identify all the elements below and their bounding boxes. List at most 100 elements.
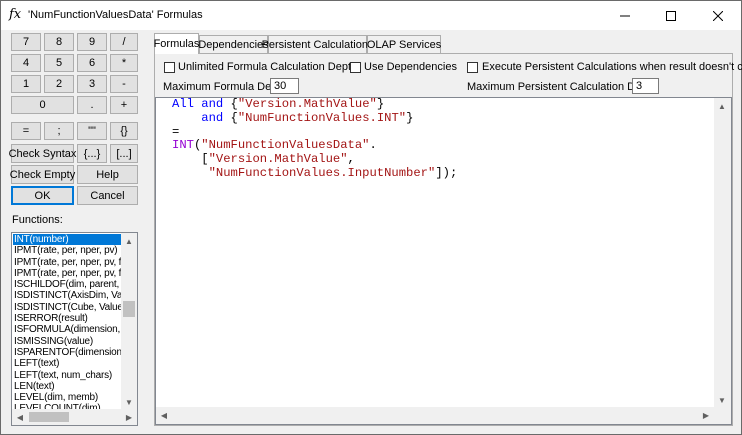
- key-9[interactable]: 9: [77, 33, 107, 51]
- use-dependencies-label: Use Dependencies: [364, 61, 457, 73]
- key-multiply[interactable]: *: [110, 54, 138, 72]
- scroll-right-icon[interactable]: ▶: [698, 407, 714, 423]
- formula-editor[interactable]: All and {"Version.MathValue"} and {"NumF…: [155, 97, 732, 425]
- key-divide[interactable]: /: [110, 33, 138, 51]
- close-icon: [713, 10, 723, 21]
- code-token: ]);: [435, 165, 458, 180]
- code-token: .: [369, 138, 377, 153]
- function-item[interactable]: ISDISTINCT(AxisDim, Valu: [13, 290, 123, 301]
- code-line[interactable]: INT("NumFunctionValuesData".: [172, 138, 457, 153]
- key-minus[interactable]: -: [110, 75, 138, 93]
- function-item[interactable]: LEVEL(dim, memb): [13, 392, 123, 403]
- function-item[interactable]: ISCHILDOF(dim, parent, ch: [13, 279, 123, 290]
- function-item[interactable]: LEFT(text, num_chars): [13, 370, 123, 381]
- maximize-button[interactable]: [648, 1, 694, 30]
- minimize-icon: [620, 15, 630, 16]
- key-3[interactable]: 3: [77, 75, 107, 93]
- function-item[interactable]: LEFT(text): [13, 358, 123, 369]
- functions-label: Functions:: [12, 214, 63, 226]
- tab-olap-services[interactable]: OLAP Services: [367, 35, 441, 53]
- code-line[interactable]: and {"NumFunctionValues.INT"}: [172, 110, 457, 126]
- key-4[interactable]: 4: [11, 54, 41, 72]
- key-5[interactable]: 5: [44, 54, 74, 72]
- key-8[interactable]: 8: [44, 33, 74, 51]
- function-item[interactable]: ISERROR(result): [13, 313, 123, 324]
- code-token: [: [172, 152, 209, 167]
- unlimited-depth-label: Unlimited Formula Calculation Depth: [178, 61, 358, 73]
- tab-dependencies[interactable]: Dependencies: [198, 35, 269, 53]
- unlimited-depth-checkbox[interactable]: [164, 62, 175, 73]
- function-item[interactable]: ISPARENTOF(dimension, c: [13, 347, 123, 358]
- key-braces[interactable]: {}: [110, 122, 138, 140]
- key-0[interactable]: 0: [11, 96, 74, 114]
- help-button[interactable]: Help: [77, 165, 138, 184]
- formula-code[interactable]: All and {"Version.MathValue"} and {"NumF…: [172, 98, 457, 181]
- insert-brace-set-button[interactable]: {...}: [77, 144, 107, 163]
- insert-bracket-set-button[interactable]: [...]: [110, 144, 138, 163]
- function-item[interactable]: ISDISTINCT(Cube, Value, /: [13, 302, 123, 313]
- key-quotes[interactable]: "": [77, 122, 107, 140]
- key-equals[interactable]: =: [11, 122, 41, 140]
- function-item[interactable]: IPMT(rate, per, nper, pv, fv: [13, 268, 123, 279]
- minimize-button[interactable]: [602, 1, 648, 30]
- tab-formulas[interactable]: Formulas: [154, 33, 199, 54]
- function-item[interactable]: ISFORMULA(dimension, me: [13, 324, 123, 335]
- check-empty-button[interactable]: Check Empty: [10, 165, 75, 184]
- editor-horizontal-scrollbar[interactable]: ◀ ▶: [156, 407, 714, 424]
- key-6[interactable]: 6: [77, 54, 107, 72]
- scroll-left-icon[interactable]: ◀: [156, 407, 172, 423]
- scroll-left-icon[interactable]: ◀: [12, 409, 28, 425]
- key-decimal[interactable]: .: [77, 96, 107, 114]
- key-semicolon[interactable]: ;: [44, 122, 74, 140]
- code-token: and: [201, 97, 224, 111]
- code-line[interactable]: All and {"Version.MathValue"}: [172, 98, 457, 112]
- scroll-up-icon[interactable]: ▲: [714, 98, 730, 114]
- functions-horizontal-scrollbar[interactable]: ◀ ▶: [12, 409, 137, 425]
- code-line[interactable]: "NumFunctionValues.InputNumber"]);: [172, 165, 458, 181]
- code-line[interactable]: =: [172, 124, 457, 140]
- scroll-thumb[interactable]: [29, 412, 69, 422]
- function-item[interactable]: IPMT(rate, per, nper, pv, fv: [13, 257, 123, 268]
- key-plus[interactable]: +: [110, 96, 138, 114]
- cancel-button[interactable]: Cancel: [77, 186, 138, 205]
- ok-button[interactable]: OK: [11, 186, 74, 205]
- max-persistent-input[interactable]: 3: [632, 78, 659, 94]
- code-token: {: [223, 97, 238, 111]
- scroll-down-icon[interactable]: ▼: [714, 392, 730, 408]
- max-depth-input[interactable]: 30: [270, 78, 299, 94]
- code-token: ,: [347, 152, 355, 167]
- function-item[interactable]: IPMT(rate, per, nper, pv): [13, 245, 123, 256]
- code-token: =: [172, 124, 180, 139]
- functions-vertical-scrollbar[interactable]: ▲ ▼: [121, 233, 137, 410]
- key-2[interactable]: 2: [44, 75, 74, 93]
- function-icon: fx: [9, 7, 22, 22]
- function-item[interactable]: INT(number): [13, 234, 123, 246]
- functions-list[interactable]: INT(number) IPMT(rate, per, nper, pv) IP…: [11, 232, 138, 426]
- key-7[interactable]: 7: [11, 33, 41, 51]
- scroll-up-icon[interactable]: ▲: [121, 233, 137, 249]
- code-token: }: [376, 97, 385, 111]
- formula-dialog: fx 'NumFunctionValuesData' Formulas 7 8 …: [0, 0, 742, 435]
- scroll-thumb[interactable]: [123, 301, 135, 317]
- tab-persistent-calculations[interactable]: Persistent Calculations: [262, 35, 373, 53]
- check-syntax-button[interactable]: Check Syntax: [9, 144, 76, 163]
- function-item[interactable]: LEN(text): [13, 381, 123, 392]
- title-bar: fx 'NumFunctionValuesData' Formulas: [1, 1, 741, 30]
- editor-vertical-scrollbar[interactable]: ▲ ▼: [714, 98, 731, 408]
- scroll-down-icon[interactable]: ▼: [121, 394, 137, 410]
- code-line[interactable]: ["Version.MathValue",: [172, 152, 457, 167]
- key-1[interactable]: 1: [11, 75, 41, 93]
- max-persistent-label: Maximum Persistent Calculation Depth:: [467, 81, 660, 93]
- function-item[interactable]: ISMISSING(value): [13, 336, 123, 347]
- code-token: "Version.MathValue": [208, 152, 348, 167]
- code-token: "Version.MathValue": [237, 97, 377, 111]
- use-dependencies-checkbox[interactable]: [350, 62, 361, 73]
- maximize-icon: [666, 10, 676, 21]
- code-token: }: [406, 110, 414, 125]
- scroll-right-icon[interactable]: ▶: [121, 409, 137, 425]
- close-button[interactable]: [695, 1, 741, 30]
- code-token: "NumFunctionValues.InputNumber": [208, 165, 436, 180]
- execute-persistent-checkbox[interactable]: [467, 62, 478, 73]
